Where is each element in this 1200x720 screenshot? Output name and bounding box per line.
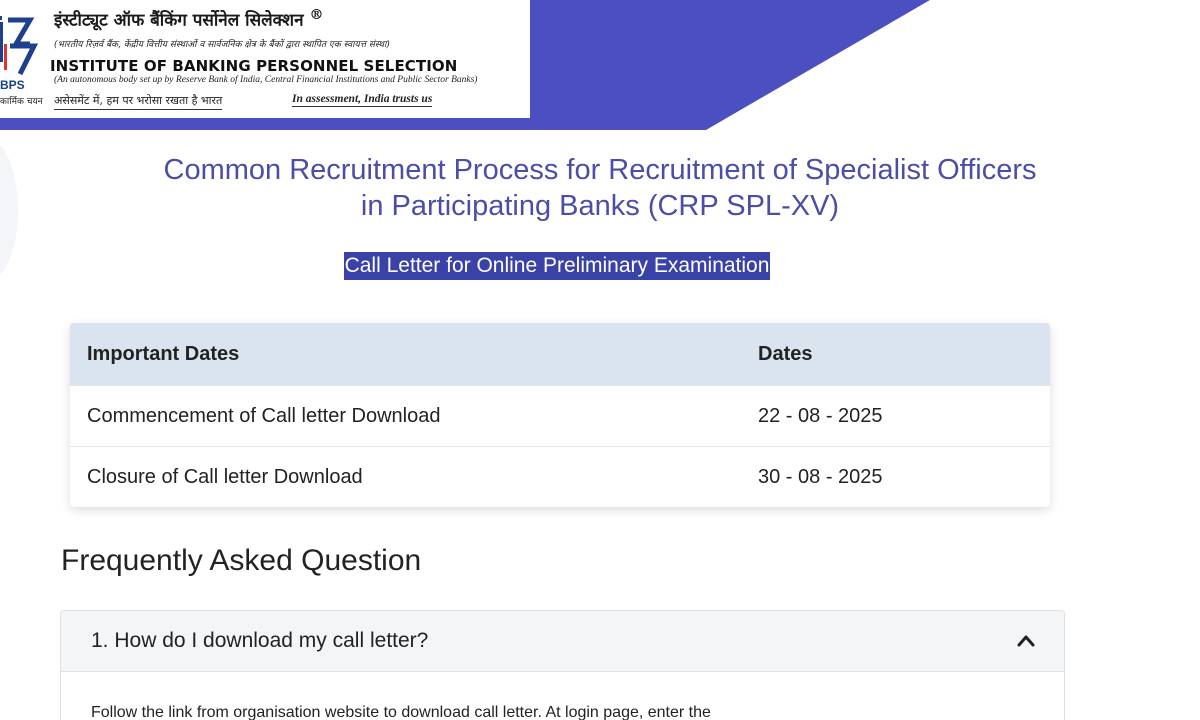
- row-date: 30 - 08 - 2025: [758, 465, 883, 488]
- table-row: Commencement of Call letter Download 22 …: [70, 385, 1050, 446]
- ibps-logo[interactable]: BPS कार्मिक चयन इंस्टीट्यूट ऑफ बैंकिंग प…: [0, 0, 530, 118]
- logo-short-name: BPS: [0, 78, 25, 92]
- faq-question-text: 1. How do I download my call letter?: [91, 629, 429, 652]
- header-dates: Dates: [758, 342, 813, 365]
- row-label: Closure of Call letter Download: [87, 465, 363, 488]
- important-dates-table: Important Dates Dates Commencement of Ca…: [70, 323, 1050, 507]
- table-header-row: Important Dates Dates: [70, 323, 1050, 385]
- faq-question-toggle[interactable]: 1. How do I download my call letter?: [61, 611, 1064, 672]
- org-name-english: INSTITUTE OF BANKING PERSONNEL SELECTION: [50, 57, 458, 75]
- page-title-line1: Common Recruitment Process for Recruitme…: [163, 154, 1037, 186]
- motto-english: In assessment, India trusts us: [292, 93, 433, 107]
- row-label: Commencement of Call letter Download: [87, 404, 441, 427]
- faq-accordion-item: 1. How do I download my call letter? Fol…: [60, 610, 1065, 720]
- header-important-dates: Important Dates: [87, 342, 240, 365]
- chevron-up-icon: [1017, 635, 1035, 647]
- registered-mark: ®: [309, 7, 324, 23]
- logo-short-hindi: कार्मिक चयन: [0, 97, 43, 107]
- page-title: Common Recruitment Process for Recruitme…: [60, 152, 1140, 224]
- row-date: 22 - 08 - 2025: [758, 404, 883, 427]
- org-name-hindi: इंस्टीट्यूट ऑफ बैंकिंग पर्सोनेल सिलेक्शन…: [54, 7, 324, 31]
- motto-hindi: असेसमेंट में, हम पर भरोसा रखता है भारत: [54, 93, 223, 110]
- page-title-line2: in Participating Banks (CRP SPL-XV): [360, 190, 840, 222]
- faq-heading: Frequently Asked Question: [61, 544, 422, 577]
- table-row: Closure of Call letter Download 30 - 08 …: [70, 446, 1050, 507]
- faq-answer-text: Follow the link from organisation websit…: [91, 704, 711, 720]
- org-description-hindi: (भारतीय रिज़र्व बैंक, केंद्रीय वित्तीय स…: [54, 40, 390, 50]
- org-description-english: (An autonomous body set up by Reserve Ba…: [54, 75, 478, 85]
- call-letter-subtitle: Call Letter for Online Preliminary Exami…: [343, 252, 771, 280]
